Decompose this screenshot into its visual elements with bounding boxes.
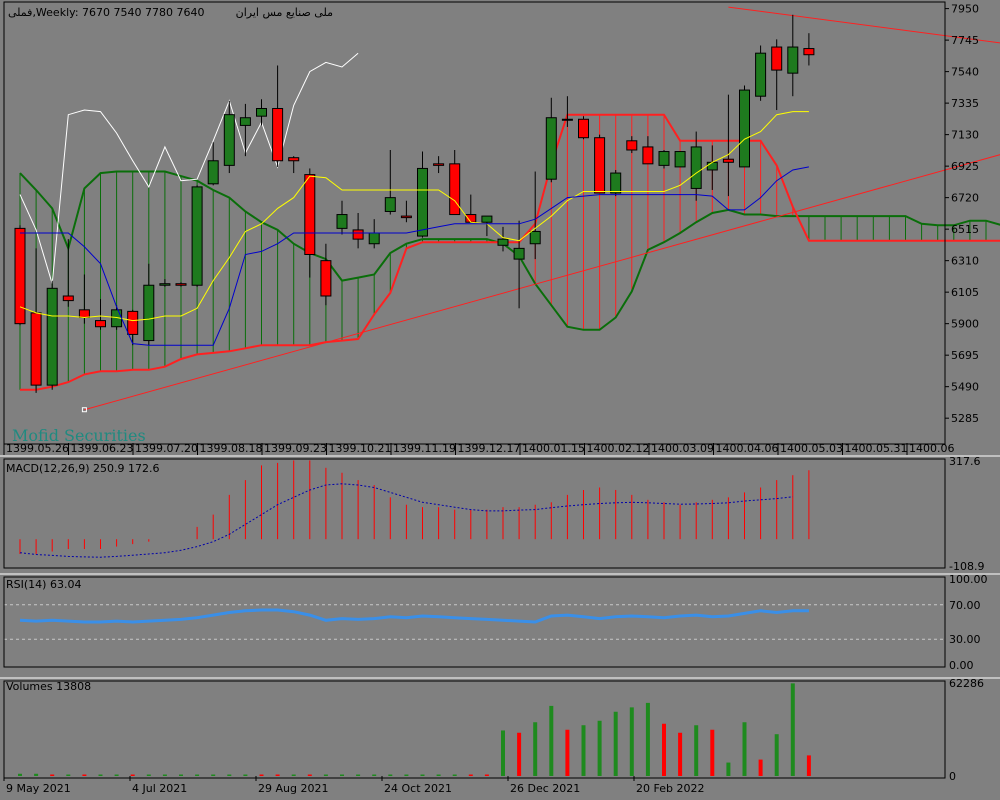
rsi-line — [19, 608, 809, 624]
candle-body — [320, 260, 332, 297]
candle-body — [449, 163, 461, 216]
candle-body — [545, 117, 557, 180]
trendline — [84, 154, 1000, 411]
candle-body — [610, 172, 622, 194]
rsi-tick-label: 70.00 — [949, 599, 981, 612]
candle-body — [803, 48, 815, 56]
candle-body — [352, 229, 364, 240]
candle-body — [706, 161, 718, 171]
kijun-sen — [20, 166, 809, 346]
price-tick-label: 7540 — [951, 66, 979, 79]
price-tick-label: 6105 — [951, 286, 979, 299]
candle-body — [433, 163, 445, 166]
panel-border — [3, 458, 946, 569]
candle-body — [417, 167, 428, 237]
candle-body — [578, 118, 589, 139]
candle-body — [384, 197, 396, 212]
candle-body — [127, 310, 139, 335]
candle-body — [561, 118, 573, 121]
candle-body — [207, 160, 219, 185]
candle-body — [175, 283, 187, 286]
rsi-tick-label: 0.00 — [949, 659, 974, 672]
rsi-panel[interactable]: 100.00 70.00 30.00 0.00 — [4, 573, 988, 672]
panel-border — [3, 680, 946, 779]
candle-body — [288, 157, 300, 162]
candle-body — [14, 227, 26, 325]
rsi-tick-label: 100.00 — [949, 573, 988, 586]
candle-body — [690, 146, 702, 189]
price-tick-label: 5490 — [951, 381, 979, 394]
volume-tick-label: 0 — [949, 770, 956, 783]
volume-panel[interactable]: 62286 0 9 May 2021 4 Jul 2021 29 Aug 2021 24 … — [3, 677, 984, 795]
candle-body — [400, 215, 412, 219]
price-tick-label: 6925 — [951, 160, 979, 173]
candle-body — [529, 230, 541, 245]
candle-body — [46, 287, 58, 386]
volume-tick-label: 62286 — [949, 677, 984, 690]
candle-body — [771, 46, 783, 71]
rsi-label: RSI(14) 63.04 — [6, 578, 81, 591]
rsi-tick-label: 30.00 — [949, 633, 981, 646]
candle-body — [95, 320, 106, 328]
date-tick-label: 24 Oct 2021 — [384, 782, 452, 795]
candle-body — [497, 238, 509, 246]
chart-canvas: 7950 7745 7540 7335 7130 6925 6720 6515 6310 6105… — [0, 1, 1000, 795]
price-tick-label: 7130 — [951, 129, 979, 142]
candle-body — [787, 46, 799, 74]
date-tick-label: 26 Dec 2021 — [510, 782, 580, 795]
candle-body — [272, 108, 284, 162]
symbol-name: ملی صنایع مس ایران — [236, 6, 333, 19]
price-tick-label: 7335 — [951, 97, 979, 110]
date-tick-label: 29 Aug 2021 — [258, 782, 328, 795]
candle-body — [658, 151, 670, 166]
price-tick-label: 7745 — [951, 34, 979, 47]
price-tick-label: 5695 — [951, 349, 979, 362]
macd-panel[interactable]: 317.6 -108.9 — [19, 455, 984, 573]
macd-tick-label: 317.6 — [949, 455, 981, 468]
candle-body — [674, 151, 686, 168]
candle-body — [594, 137, 606, 194]
candle-body — [642, 146, 654, 165]
price-tick-label: 5285 — [951, 412, 979, 425]
price-header: فملی,Weekly: 7670 7540 7780 7640 — [8, 6, 205, 19]
candle-body — [465, 214, 477, 223]
date-tick-label: 4 Jul 2021 — [132, 782, 187, 795]
price-tick-label: 6310 — [951, 255, 979, 268]
chart-frame — [0, 1, 1000, 779]
candle-body — [481, 215, 493, 223]
price-tick-label: 7950 — [951, 3, 979, 16]
watermark: Mofid Securities — [12, 426, 146, 445]
macd-label: MACD(12,26,9) 250.9 172.6 — [6, 462, 160, 475]
date-tick-label: 9 May 2021 — [6, 782, 71, 795]
candle-body — [368, 232, 380, 245]
candle-body — [755, 52, 767, 97]
candle-body — [78, 309, 90, 319]
candle-body — [304, 174, 316, 256]
price-tick-label: 6515 — [951, 223, 979, 236]
candle-body — [62, 295, 74, 302]
candle-body — [739, 89, 750, 168]
macd-tick-label: -108.9 — [949, 560, 984, 573]
candle-body — [336, 214, 348, 229]
candle-body — [513, 247, 525, 260]
senkou-span-b — [20, 113, 1000, 391]
tenkan-sen — [19, 111, 809, 322]
date-tick-label: 20 Feb 2022 — [636, 782, 704, 795]
candle-body — [30, 312, 42, 386]
candle-body — [223, 114, 235, 166]
volume-label: Volumes 13808 — [6, 680, 91, 693]
price-panel[interactable]: 7950 7745 7540 7335 7130 6925 6720 6515 6310 6105… — [3, 3, 1000, 455]
candle-body — [159, 283, 171, 286]
candle-body — [722, 158, 734, 163]
candle-body — [256, 108, 267, 117]
candle-body — [239, 117, 251, 126]
candle-body — [143, 284, 155, 342]
candle-body — [191, 186, 203, 286]
price-tick-label: 6720 — [951, 192, 979, 205]
price-tick-label: 5900 — [951, 318, 979, 331]
candle-body — [626, 140, 638, 151]
